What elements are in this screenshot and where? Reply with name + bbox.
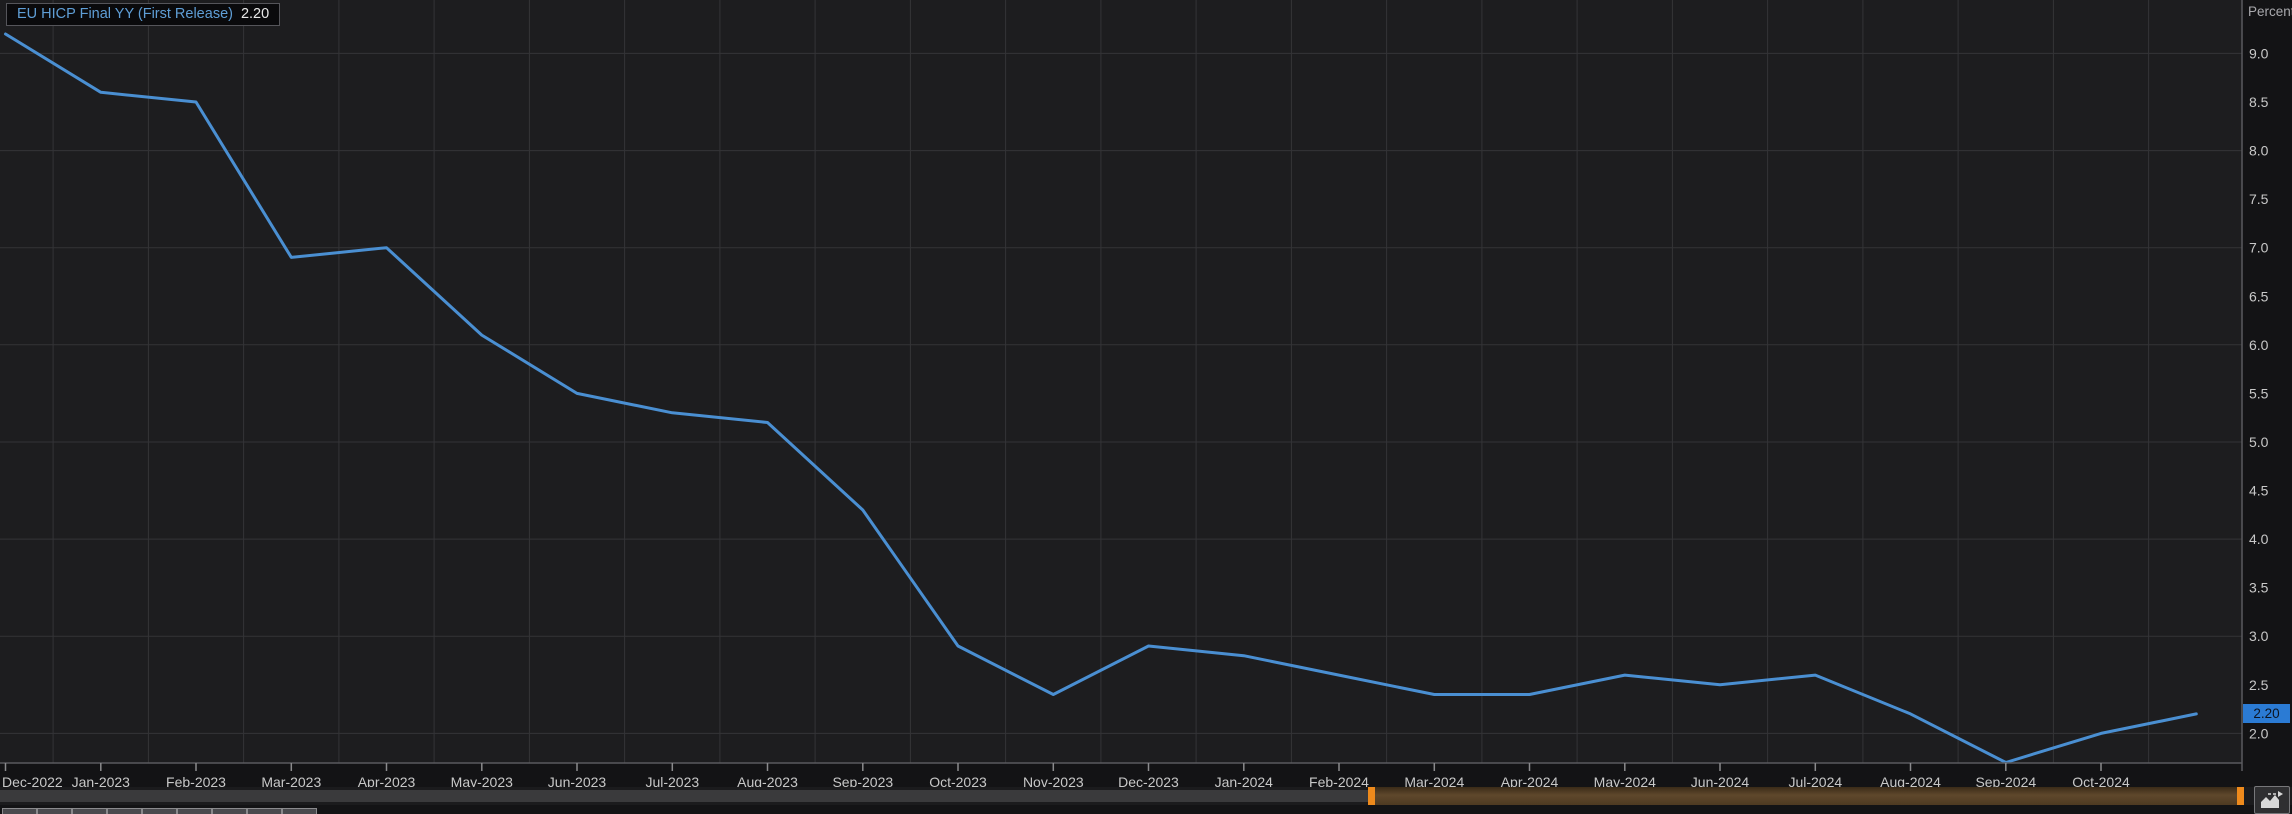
chart-window: Dec-2022Jan-2023Feb-2023Mar-2023Apr-2023… (0, 0, 2292, 814)
y-axis-label: 7.0 (2249, 240, 2269, 256)
y-axis-label: 3.5 (2249, 580, 2269, 596)
last-value-badge: 2.20 (2243, 704, 2290, 723)
y-axis-label: 3.0 (2249, 628, 2269, 644)
chart-arrow-icon (2260, 791, 2284, 809)
bottom-tile[interactable] (72, 808, 107, 814)
y-axis-label: 2.5 (2249, 677, 2269, 693)
range-scrollbar[interactable] (0, 787, 2292, 805)
bottom-tile-strip (0, 808, 2292, 814)
chart-canvas[interactable]: Dec-2022Jan-2023Feb-2023Mar-2023Apr-2023… (0, 0, 2292, 814)
y-axis-label: 6.0 (2249, 337, 2269, 353)
bottom-tile[interactable] (247, 808, 282, 814)
bottom-tile[interactable] (142, 808, 177, 814)
y-axis-unit-label: Percent (2248, 4, 2292, 19)
y-axis-label: 8.0 (2249, 143, 2269, 159)
y-axis-label: 9.0 (2249, 45, 2269, 61)
series-name-label: EU HICP Final YY (First Release) (17, 6, 233, 22)
y-axis-label: 5.0 (2249, 434, 2269, 450)
bottom-tile[interactable] (212, 808, 247, 814)
series-value-label: 2.20 (241, 6, 269, 22)
y-axis-label: 2.0 (2249, 725, 2269, 741)
y-axis-label: 7.5 (2249, 191, 2269, 207)
y-axis-label: 6.5 (2249, 288, 2269, 304)
scrollbar-right-handle[interactable] (2237, 787, 2244, 805)
series-legend[interactable]: EU HICP Final YY (First Release) 2.20 (6, 3, 280, 26)
y-axis-label: 5.5 (2249, 385, 2269, 401)
scrollbar-track-left[interactable] (0, 790, 1368, 802)
bottom-tile[interactable] (37, 808, 72, 814)
scrollbar-left-handle[interactable] (1368, 787, 1375, 805)
bottom-tile[interactable] (177, 808, 212, 814)
bottom-tile[interactable] (282, 808, 317, 814)
scrollbar-selected-range[interactable] (1375, 787, 2237, 805)
y-axis-label: 4.5 (2249, 483, 2269, 499)
bottom-tile[interactable] (107, 808, 142, 814)
y-axis-label: 4.0 (2249, 531, 2269, 547)
y-axis-label: 8.5 (2249, 94, 2269, 110)
plot-area (0, 0, 2242, 763)
bottom-tile[interactable] (2, 808, 37, 814)
